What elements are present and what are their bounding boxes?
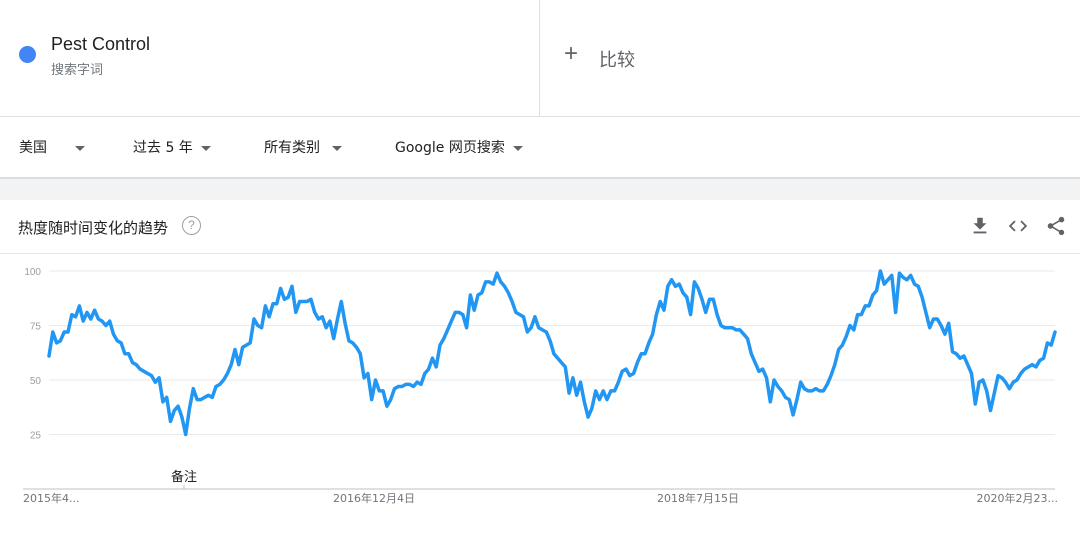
- category-filter[interactable]: 所有类别: [264, 137, 342, 157]
- chart-card-header: 热度随时间变化的趋势 ?: [0, 200, 1080, 254]
- y-tick-label: 75: [30, 322, 42, 333]
- help-icon[interactable]: ?: [182, 216, 201, 235]
- filter-bar: 美国 过去 5 年 所有类别 Google 网页搜索: [0, 117, 1080, 177]
- compare-label: 比较: [599, 50, 635, 71]
- chevron-down-icon: [200, 145, 211, 151]
- term-bar: Pest Control 搜索字词 + 比较: [0, 0, 1080, 117]
- trend-series-line: [47, 269, 1057, 437]
- region-filter-label: 美国: [19, 140, 47, 156]
- region-filter[interactable]: 美国: [19, 137, 85, 157]
- compare-button[interactable]: + 比较: [540, 0, 1080, 116]
- time-range-filter[interactable]: 过去 5 年: [133, 137, 211, 157]
- search-type-filter[interactable]: Google 网页搜索: [395, 137, 523, 157]
- x-tick-label: 2015年4...: [23, 491, 79, 505]
- search-term-name[interactable]: Pest Control: [51, 34, 150, 55]
- y-tick-label: 100: [24, 267, 41, 278]
- section-divider: [0, 177, 1080, 200]
- category-filter-label: 所有类别: [264, 140, 320, 156]
- trend-chart[interactable]: 25 50 75 100 2015年4... 2016年12月4日 2018年7月15日 2…: [0, 253, 1080, 538]
- plus-icon: +: [564, 40, 579, 67]
- time-range-filter-label: 过去 5 年: [133, 140, 193, 156]
- chevron-down-icon: [512, 145, 523, 151]
- x-tick-label: 2020年2月23...: [977, 491, 1058, 505]
- y-tick-label: 50: [30, 376, 42, 387]
- search-term-type: 搜索字词: [51, 63, 104, 78]
- download-icon[interactable]: [969, 215, 991, 237]
- y-tick-label: 25: [30, 431, 42, 442]
- share-icon[interactable]: [1045, 215, 1067, 237]
- chevron-down-icon: [75, 145, 85, 151]
- chart-card-title: 热度随时间变化的趋势: [18, 219, 169, 237]
- series-color-dot: [19, 46, 36, 63]
- x-tick-label: 2016年12月4日: [333, 491, 415, 505]
- search-type-filter-label: Google 网页搜索: [395, 140, 505, 156]
- embed-icon[interactable]: [1007, 215, 1029, 237]
- x-tick-label: 2018年7月15日: [657, 491, 739, 505]
- chevron-down-icon: [332, 145, 342, 151]
- note-marker-label[interactable]: 备注: [171, 469, 197, 485]
- search-term-card[interactable]: Pest Control 搜索字词: [0, 0, 540, 116]
